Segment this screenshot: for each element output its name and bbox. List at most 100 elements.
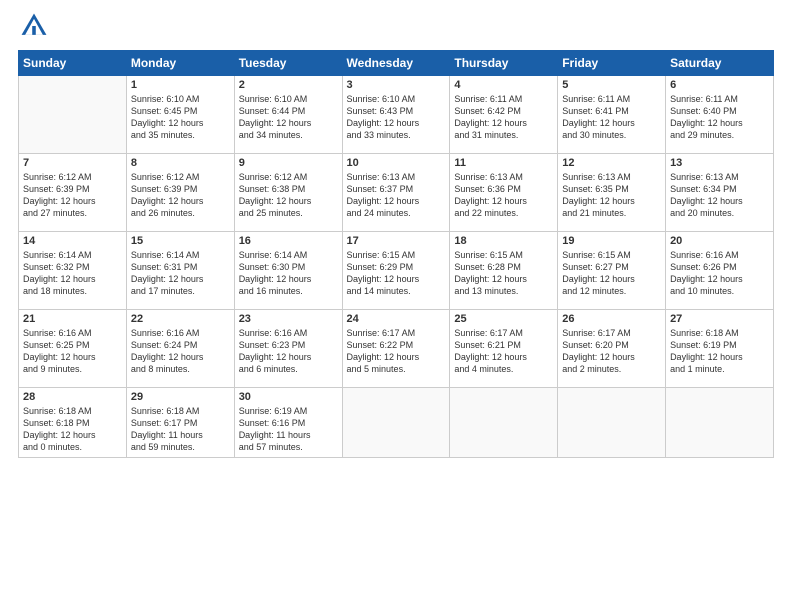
day-number: 15	[131, 235, 230, 247]
day-number: 8	[131, 157, 230, 169]
calendar-week-row: 1 Sunrise: 6:10 AMSunset: 6:45 PMDaylight…	[19, 76, 774, 154]
calendar-cell	[19, 76, 127, 154]
calendar-week-row: 14Sunrise: 6:14 AMSunset: 6:32 PMDayligh…	[19, 232, 774, 310]
day-of-week-thursday: Thursday	[450, 51, 558, 76]
day-of-week-wednesday: Wednesday	[342, 51, 450, 76]
day-info: Sunrise: 6:18 AMSunset: 6:19 PMDaylight:…	[670, 327, 769, 376]
day-number: 5	[562, 79, 661, 91]
day-info: Sunrise: 6:14 AMSunset: 6:31 PMDaylight:…	[131, 249, 230, 298]
day-number: 4	[454, 79, 553, 91]
calendar-cell: 3 Sunrise: 6:10 AMSunset: 6:43 PMDaylight…	[342, 76, 450, 154]
day-number: 24	[347, 313, 446, 325]
day-number: 9	[239, 157, 338, 169]
calendar-cell: 17 Sunrise: 6:15 AMSunset: 6:29 PMDayligh…	[342, 232, 450, 310]
day-number: 16	[239, 235, 338, 247]
day-number: 20	[670, 235, 769, 247]
calendar-week-row: 7Sunrise: 6:12 AMSunset: 6:39 PMDaylight…	[19, 154, 774, 232]
calendar-cell: 9 Sunrise: 6:12 AMSunset: 6:38 PMDaylight…	[234, 154, 342, 232]
calendar-week-row: 28 Sunrise: 6:18 AMSunset: 6:18 PMDayligh…	[19, 388, 774, 458]
calendar-header-row: SundayMondayTuesdayWednesdayThursdayFrid…	[19, 51, 774, 76]
day-of-week-tuesday: Tuesday	[234, 51, 342, 76]
day-number: 29	[131, 391, 230, 403]
calendar-cell: 24Sunrise: 6:17 AMSunset: 6:22 PMDayligh…	[342, 310, 450, 388]
calendar-cell: 6 Sunrise: 6:11 AMSunset: 6:40 PMDaylight…	[666, 76, 774, 154]
calendar-cell: 29 Sunrise: 6:18 AMSunset: 6:17 PMDayligh…	[126, 388, 234, 458]
day-number: 3	[347, 79, 446, 91]
logo	[18, 10, 54, 42]
day-number: 23	[239, 313, 338, 325]
day-info: Sunrise: 6:15 AMSunset: 6:29 PMDaylight:…	[347, 249, 446, 298]
day-number: 19	[562, 235, 661, 247]
day-info: Sunrise: 6:15 AMSunset: 6:27 PMDaylight:…	[562, 249, 661, 298]
day-number: 22	[131, 313, 230, 325]
day-number: 10	[347, 157, 446, 169]
day-number: 28	[23, 391, 122, 403]
day-info: Sunrise: 6:13 AMSunset: 6:36 PMDaylight:…	[454, 171, 553, 220]
calendar-cell: 18 Sunrise: 6:15 AMSunset: 6:28 PMDayligh…	[450, 232, 558, 310]
calendar-cell: 25Sunrise: 6:17 AMSunset: 6:21 PMDayligh…	[450, 310, 558, 388]
day-number: 2	[239, 79, 338, 91]
day-number: 27	[670, 313, 769, 325]
calendar-cell	[450, 388, 558, 458]
calendar-cell: 20 Sunrise: 6:16 AMSunset: 6:26 PMDayligh…	[666, 232, 774, 310]
day-info: Sunrise: 6:11 AMSunset: 6:41 PMDaylight:…	[562, 93, 661, 142]
page: SundayMondayTuesdayWednesdayThursdayFrid…	[0, 0, 792, 612]
day-info: Sunrise: 6:13 AMSunset: 6:37 PMDaylight:…	[347, 171, 446, 220]
day-info: Sunrise: 6:12 AMSunset: 6:39 PMDaylight:…	[23, 171, 122, 220]
day-info: Sunrise: 6:13 AMSunset: 6:35 PMDaylight:…	[562, 171, 661, 220]
day-info: Sunrise: 6:11 AMSunset: 6:42 PMDaylight:…	[454, 93, 553, 142]
day-number: 30	[239, 391, 338, 403]
day-of-week-saturday: Saturday	[666, 51, 774, 76]
calendar-cell: 11 Sunrise: 6:13 AMSunset: 6:36 PMDayligh…	[450, 154, 558, 232]
calendar-cell: 26Sunrise: 6:17 AMSunset: 6:20 PMDayligh…	[558, 310, 666, 388]
calendar-cell: 8 Sunrise: 6:12 AMSunset: 6:39 PMDaylight…	[126, 154, 234, 232]
calendar-cell: 14Sunrise: 6:14 AMSunset: 6:32 PMDayligh…	[19, 232, 127, 310]
day-number: 6	[670, 79, 769, 91]
calendar-cell	[666, 388, 774, 458]
day-number: 11	[454, 157, 553, 169]
day-info: Sunrise: 6:18 AMSunset: 6:17 PMDaylight:…	[131, 405, 230, 454]
calendar-cell: 27 Sunrise: 6:18 AMSunset: 6:19 PMDayligh…	[666, 310, 774, 388]
calendar-cell: 1 Sunrise: 6:10 AMSunset: 6:45 PMDaylight…	[126, 76, 234, 154]
day-number: 18	[454, 235, 553, 247]
calendar-cell: 5 Sunrise: 6:11 AMSunset: 6:41 PMDaylight…	[558, 76, 666, 154]
day-info: Sunrise: 6:11 AMSunset: 6:40 PMDaylight:…	[670, 93, 769, 142]
day-info: Sunrise: 6:16 AMSunset: 6:24 PMDaylight:…	[131, 327, 230, 376]
calendar-cell: 10 Sunrise: 6:13 AMSunset: 6:37 PMDayligh…	[342, 154, 450, 232]
day-of-week-sunday: Sunday	[19, 51, 127, 76]
day-info: Sunrise: 6:13 AMSunset: 6:34 PMDaylight:…	[670, 171, 769, 220]
day-number: 13	[670, 157, 769, 169]
calendar-cell: 23 Sunrise: 6:16 AMSunset: 6:23 PMDayligh…	[234, 310, 342, 388]
day-number: 1	[131, 79, 230, 91]
day-number: 21	[23, 313, 122, 325]
day-info: Sunrise: 6:14 AMSunset: 6:30 PMDaylight:…	[239, 249, 338, 298]
calendar-cell	[558, 388, 666, 458]
calendar-cell: 2 Sunrise: 6:10 AMSunset: 6:44 PMDaylight…	[234, 76, 342, 154]
calendar-cell: 13 Sunrise: 6:13 AMSunset: 6:34 PMDayligh…	[666, 154, 774, 232]
calendar: SundayMondayTuesdayWednesdayThursdayFrid…	[18, 50, 774, 458]
calendar-cell: 30Sunrise: 6:19 AMSunset: 6:16 PMDayligh…	[234, 388, 342, 458]
day-info: Sunrise: 6:12 AMSunset: 6:38 PMDaylight:…	[239, 171, 338, 220]
calendar-cell: 21 Sunrise: 6:16 AMSunset: 6:25 PMDayligh…	[19, 310, 127, 388]
day-info: Sunrise: 6:16 AMSunset: 6:25 PMDaylight:…	[23, 327, 122, 376]
day-info: Sunrise: 6:10 AMSunset: 6:45 PMDaylight:…	[131, 93, 230, 142]
calendar-cell: 16 Sunrise: 6:14 AMSunset: 6:30 PMDayligh…	[234, 232, 342, 310]
calendar-cell	[342, 388, 450, 458]
calendar-week-row: 21 Sunrise: 6:16 AMSunset: 6:25 PMDayligh…	[19, 310, 774, 388]
header	[18, 10, 774, 42]
day-info: Sunrise: 6:16 AMSunset: 6:26 PMDaylight:…	[670, 249, 769, 298]
day-info: Sunrise: 6:10 AMSunset: 6:43 PMDaylight:…	[347, 93, 446, 142]
calendar-cell: 28 Sunrise: 6:18 AMSunset: 6:18 PMDayligh…	[19, 388, 127, 458]
calendar-cell: 15 Sunrise: 6:14 AMSunset: 6:31 PMDayligh…	[126, 232, 234, 310]
day-info: Sunrise: 6:16 AMSunset: 6:23 PMDaylight:…	[239, 327, 338, 376]
calendar-cell: 22 Sunrise: 6:16 AMSunset: 6:24 PMDayligh…	[126, 310, 234, 388]
day-info: Sunrise: 6:15 AMSunset: 6:28 PMDaylight:…	[454, 249, 553, 298]
day-info: Sunrise: 6:17 AMSunset: 6:20 PMDaylight:…	[562, 327, 661, 376]
day-info: Sunrise: 6:17 AMSunset: 6:21 PMDaylight:…	[454, 327, 553, 376]
day-number: 17	[347, 235, 446, 247]
calendar-cell: 19 Sunrise: 6:15 AMSunset: 6:27 PMDayligh…	[558, 232, 666, 310]
day-of-week-friday: Friday	[558, 51, 666, 76]
day-info: Sunrise: 6:12 AMSunset: 6:39 PMDaylight:…	[131, 171, 230, 220]
day-info: Sunrise: 6:10 AMSunset: 6:44 PMDaylight:…	[239, 93, 338, 142]
day-info: Sunrise: 6:18 AMSunset: 6:18 PMDaylight:…	[23, 405, 122, 454]
